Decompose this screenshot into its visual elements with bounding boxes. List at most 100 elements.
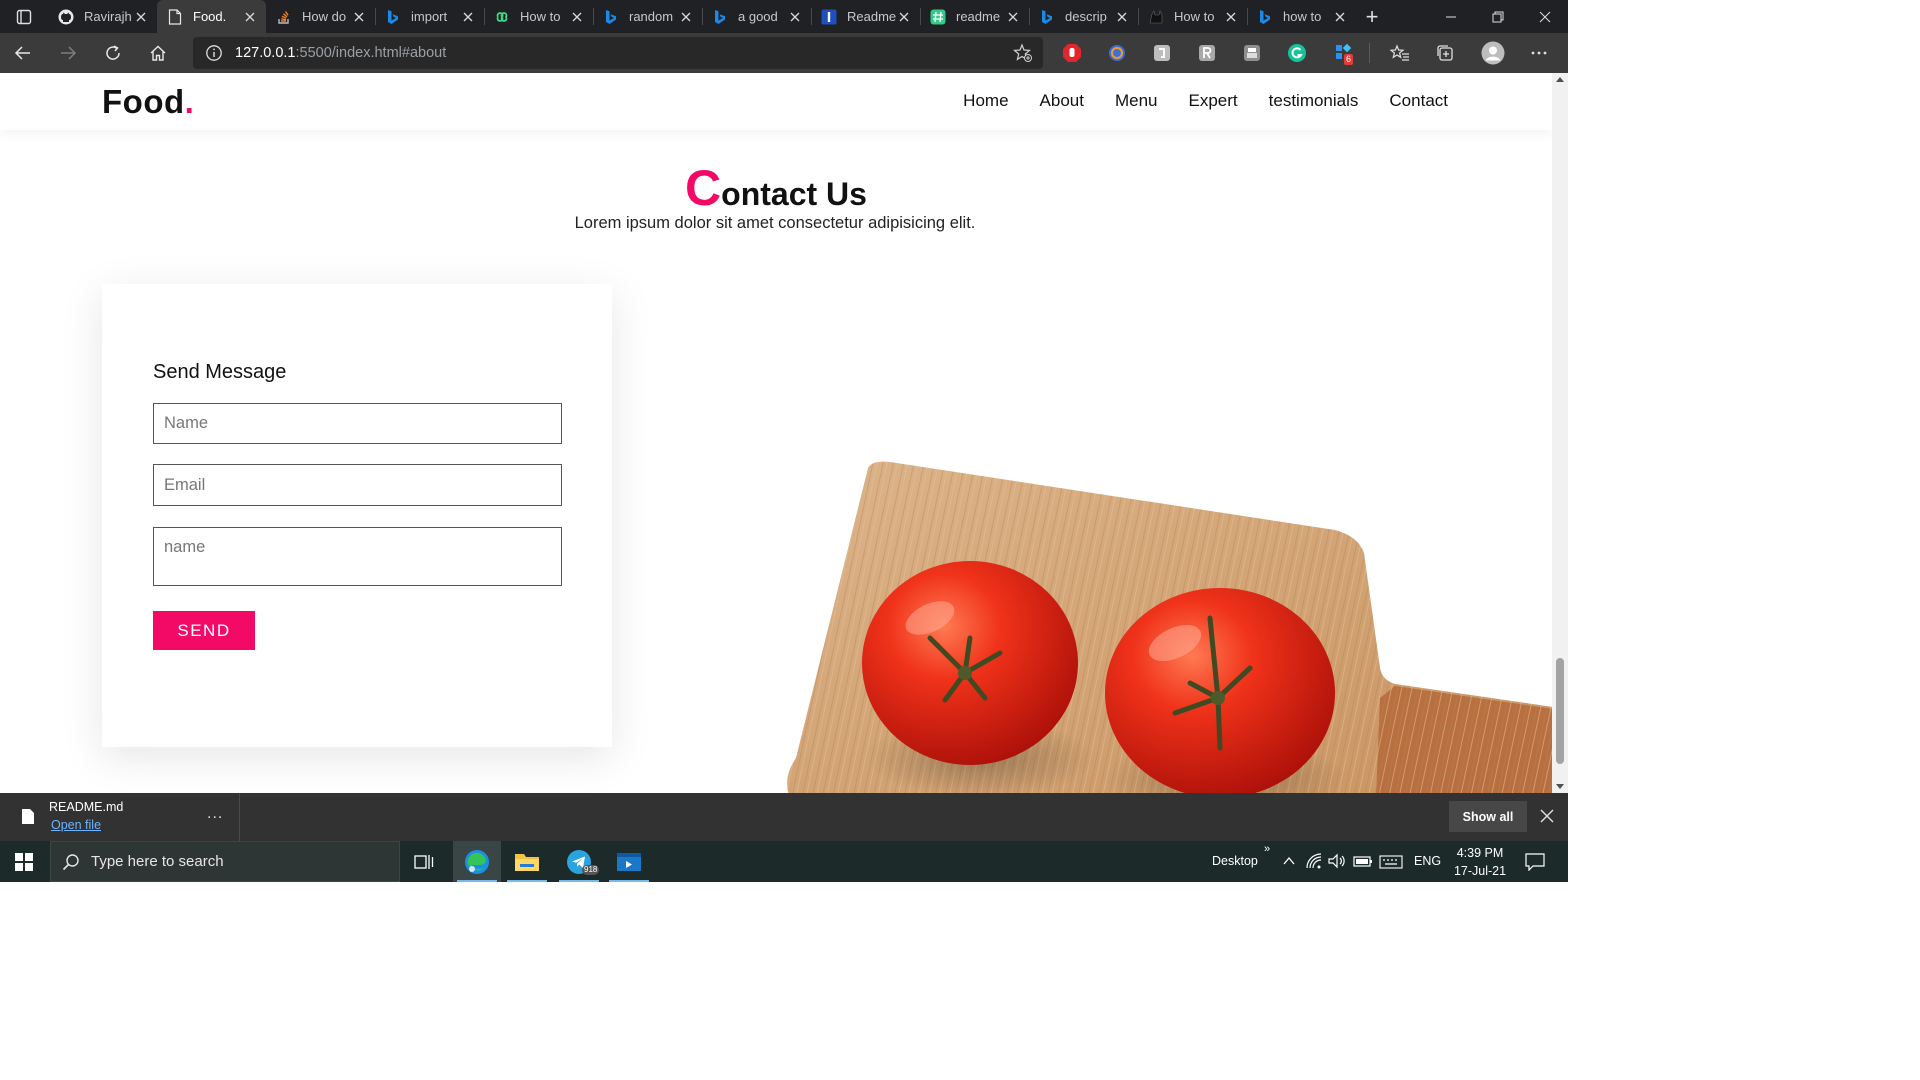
- taskbar-search-box[interactable]: Type here to search: [50, 841, 400, 882]
- browser-tab[interactable]: How to: [1138, 0, 1247, 33]
- extension-grammarly-button[interactable]: [1286, 42, 1308, 64]
- download-more-button[interactable]: ...: [207, 805, 223, 823]
- notifications-icon[interactable]: [1525, 853, 1545, 871]
- tab-title: Food.: [193, 9, 227, 24]
- browser-tab[interactable]: how to: [1247, 0, 1356, 33]
- clock-date: 17-Jul-21: [1453, 864, 1507, 878]
- extension-translate-button[interactable]: [1106, 42, 1128, 64]
- volume-icon[interactable]: [1328, 853, 1346, 869]
- refresh-button[interactable]: [90, 33, 135, 73]
- extension-adblock-button[interactable]: [1061, 42, 1083, 64]
- nav-link-testimonials[interactable]: testimonials: [1269, 91, 1359, 111]
- tab-title: import: [411, 9, 448, 24]
- nav-link-contact[interactable]: Contact: [1389, 91, 1448, 111]
- tab-title: descrip: [1065, 9, 1107, 24]
- language-indicator[interactable]: ENG: [1414, 854, 1441, 868]
- code-editor-icon: [617, 852, 641, 871]
- restore-button[interactable]: [1474, 0, 1521, 33]
- close-tab-icon[interactable]: [569, 9, 585, 25]
- desktop-toolbar-label[interactable]: Desktop: [1212, 854, 1258, 868]
- extension-r-button[interactable]: [1196, 42, 1218, 64]
- collections-button[interactable]: [1434, 42, 1456, 64]
- start-button[interactable]: [0, 841, 48, 882]
- home-icon: [150, 45, 165, 61]
- tab-title: How to: [520, 9, 561, 24]
- close-window-button[interactable]: [1521, 0, 1568, 33]
- message-field[interactable]: [153, 527, 562, 586]
- close-tab-icon[interactable]: [678, 9, 694, 25]
- taskbar-telegram-button[interactable]: 918: [555, 841, 603, 882]
- scroll-up-arrow-icon[interactable]: [1556, 77, 1564, 82]
- show-hidden-icons-chevron-icon[interactable]: [1282, 855, 1296, 867]
- task-view-button[interactable]: [400, 841, 448, 882]
- profile-button[interactable]: [1480, 40, 1506, 66]
- taskbar-vscode-button[interactable]: [605, 841, 653, 882]
- browser-tab[interactable]: Readme: [811, 0, 920, 33]
- browser-tab[interactable]: a good: [702, 0, 811, 33]
- taskbar-file-explorer-button[interactable]: [503, 841, 551, 882]
- close-tab-icon[interactable]: [133, 9, 149, 25]
- browser-tab[interactable]: Food.: [157, 0, 266, 33]
- wifi-icon[interactable]: [1306, 853, 1322, 869]
- settings-more-button[interactable]: [1528, 42, 1550, 64]
- close-tab-icon[interactable]: [242, 9, 258, 25]
- extension-apps-button[interactable]: 6: [1333, 42, 1355, 65]
- site-logo[interactable]: Food.: [102, 83, 194, 121]
- email-field[interactable]: [153, 464, 562, 506]
- nav-link-menu[interactable]: Menu: [1115, 91, 1158, 111]
- taskbar-clock[interactable]: 4:39 PM 17-Jul-21: [1440, 844, 1520, 880]
- folder-icon: [515, 853, 539, 871]
- clock-time: 4:39 PM: [1456, 846, 1504, 860]
- nav-link-expert[interactable]: Expert: [1189, 91, 1238, 111]
- browser-tab[interactable]: How to: [484, 0, 593, 33]
- infinity-icon: [494, 9, 510, 25]
- browser-tab[interactable]: How do: [266, 0, 375, 33]
- add-favorite-button[interactable]: [1003, 43, 1043, 63]
- close-tab-icon[interactable]: [787, 9, 803, 25]
- close-tab-icon[interactable]: [1223, 9, 1239, 25]
- battery-icon[interactable]: [1353, 855, 1373, 867]
- nav-link-about[interactable]: About: [1040, 91, 1084, 111]
- home-button[interactable]: [135, 33, 180, 73]
- tab-actions-button[interactable]: [0, 0, 48, 33]
- extension-puzzle-button[interactable]: [1151, 42, 1173, 64]
- browser-tab[interactable]: Ravirajh: [48, 0, 157, 33]
- open-file-link[interactable]: Open file: [51, 818, 101, 832]
- forward-button[interactable]: [45, 33, 90, 73]
- toolbar-expand-chevron-icon[interactable]: »: [1264, 843, 1270, 855]
- browser-tab[interactable]: descrip: [1029, 0, 1138, 33]
- close-tab-icon[interactable]: [896, 9, 912, 25]
- taskbar-edge-button[interactable]: [453, 841, 501, 882]
- close-tab-icon[interactable]: [351, 9, 367, 25]
- info-icon: [206, 45, 222, 61]
- logo-dot: .: [184, 83, 195, 120]
- close-tab-icon[interactable]: [1114, 9, 1130, 25]
- nav-link-home[interactable]: Home: [963, 91, 1008, 111]
- extension-printer-button[interactable]: [1241, 42, 1263, 64]
- browser-tab[interactable]: import: [375, 0, 484, 33]
- search-icon: [62, 853, 79, 870]
- page-scrollbar[interactable]: [1552, 73, 1568, 793]
- send-button[interactable]: SEND: [153, 611, 255, 650]
- browser-tab[interactable]: random: [593, 0, 702, 33]
- scroll-down-arrow-icon[interactable]: [1556, 784, 1564, 789]
- name-field[interactable]: [153, 403, 562, 444]
- close-tab-icon[interactable]: [1332, 9, 1348, 25]
- star-add-icon: [1013, 43, 1032, 62]
- touch-keyboard-icon[interactable]: [1379, 855, 1403, 869]
- edge-browser-icon: [465, 849, 489, 874]
- show-all-downloads-button[interactable]: Show all: [1449, 801, 1527, 832]
- address-bar[interactable]: 127.0.0.1:5500/index.html#about: [193, 37, 1043, 69]
- back-button[interactable]: [0, 33, 45, 73]
- site-info-button[interactable]: [193, 44, 235, 62]
- browser-tab[interactable]: readme: [920, 0, 1029, 33]
- new-tab-button[interactable]: +: [1356, 0, 1388, 33]
- close-tab-icon[interactable]: [1005, 9, 1021, 25]
- favorites-button[interactable]: [1389, 42, 1411, 64]
- close-download-bar-icon[interactable]: [1536, 805, 1558, 827]
- minimize-button[interactable]: [1427, 0, 1474, 33]
- scrollbar-thumb[interactable]: [1556, 658, 1564, 764]
- close-tab-icon[interactable]: [460, 9, 476, 25]
- download-item[interactable]: README.md Open file ...: [0, 793, 240, 841]
- tab-title: random: [629, 9, 674, 24]
